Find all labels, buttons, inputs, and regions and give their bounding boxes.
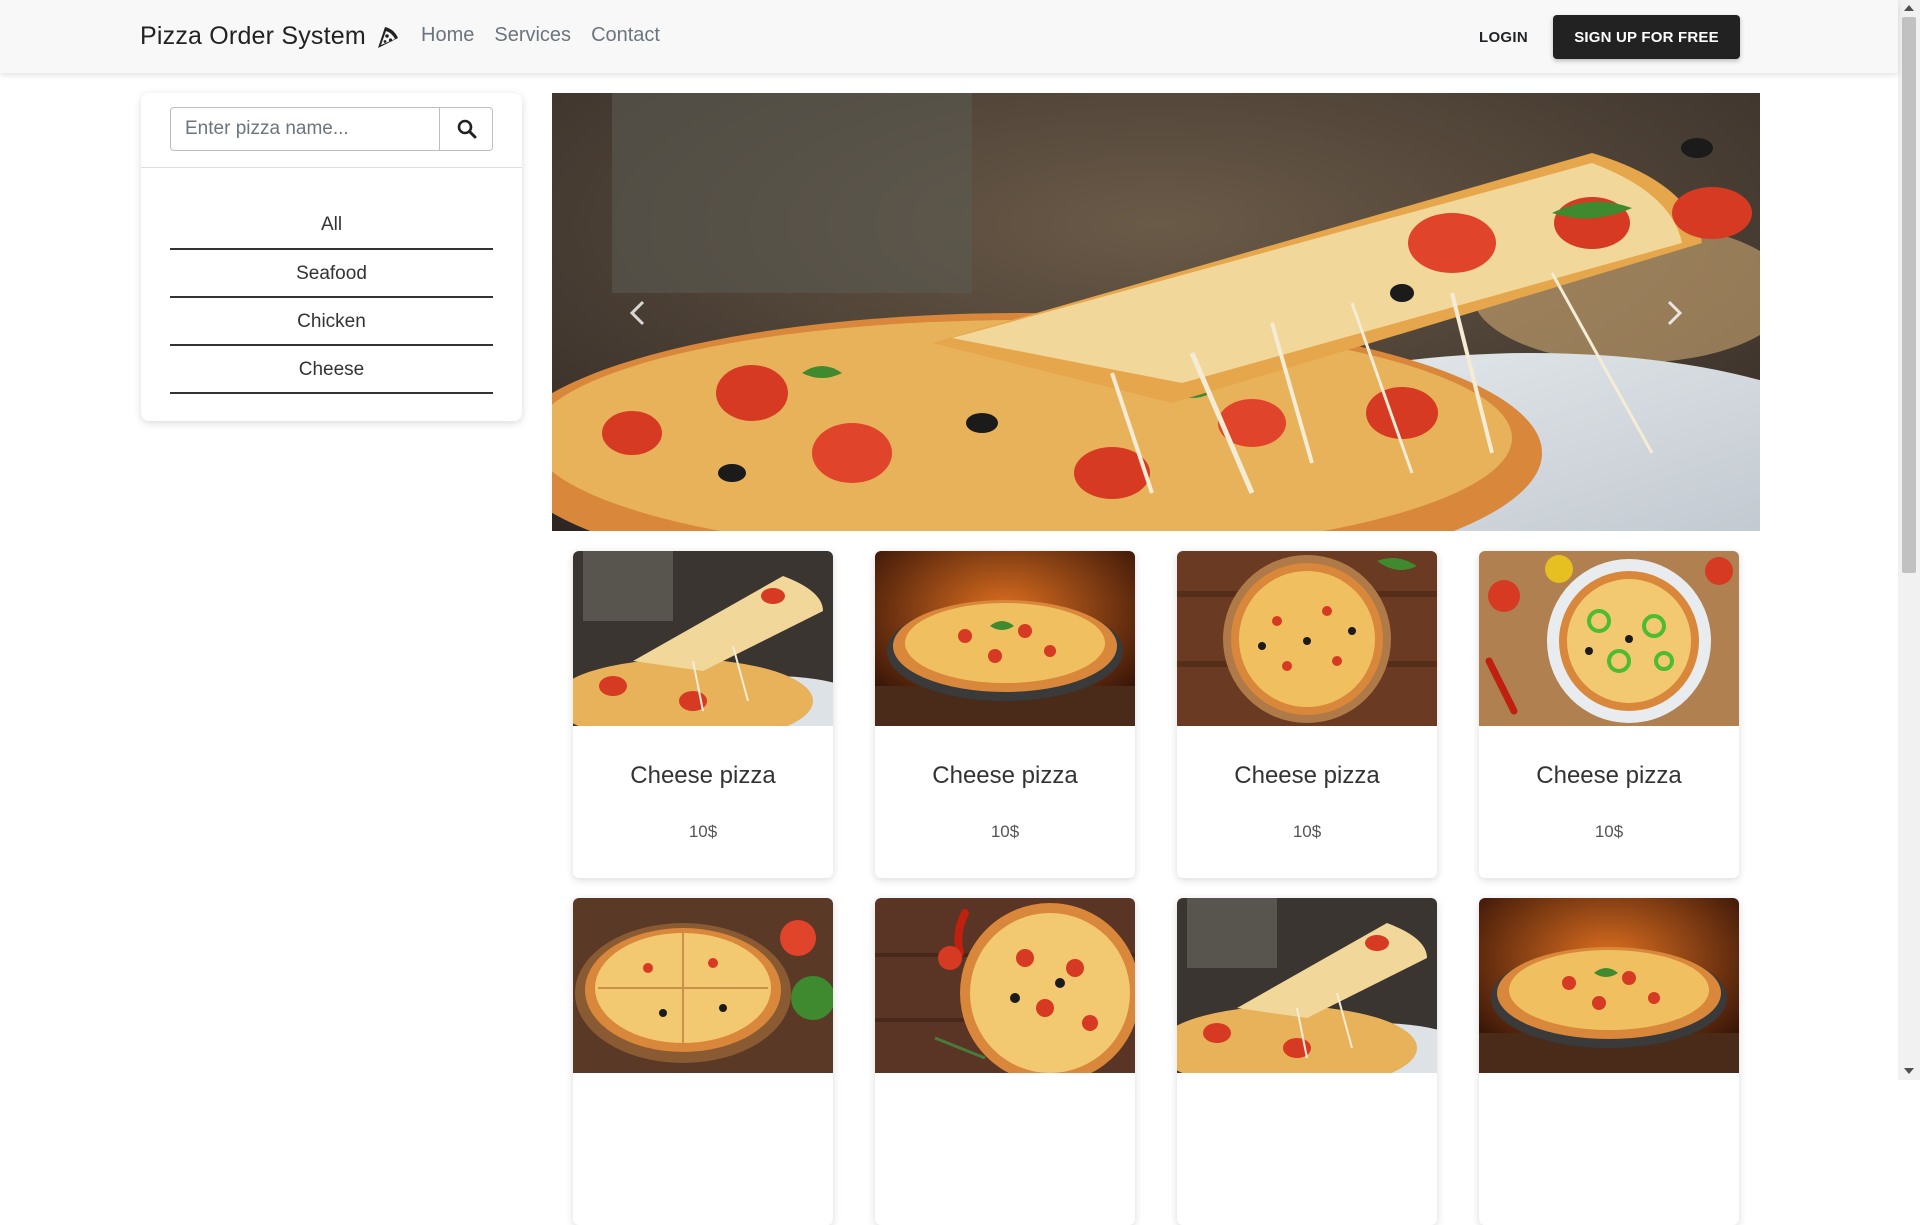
category-list: All Seafood Chicken Cheese bbox=[170, 202, 493, 395]
nav-links: Home Services Contact bbox=[421, 24, 660, 47]
brand-title[interactable]: Pizza Order System bbox=[140, 22, 366, 51]
product-name: Cheese pizza bbox=[630, 762, 776, 789]
nav-link-services[interactable]: Services bbox=[494, 24, 571, 47]
product-name: Cheese pizza bbox=[932, 762, 1078, 789]
product-image bbox=[1479, 898, 1739, 1073]
category-seafood[interactable]: Seafood bbox=[170, 251, 493, 298]
product-name: Cheese pizza bbox=[1234, 762, 1380, 789]
product-card[interactable]: Cheese pizza 10$ bbox=[1177, 551, 1437, 878]
product-image bbox=[573, 898, 833, 1073]
category-cheese[interactable]: Cheese bbox=[170, 347, 493, 394]
chevron-right-icon[interactable] bbox=[1658, 298, 1688, 328]
product-price: 10$ bbox=[688, 822, 718, 841]
carousel-image bbox=[552, 93, 1760, 531]
product-price: 10$ bbox=[990, 822, 1020, 841]
hero-carousel bbox=[552, 93, 1760, 531]
product-card[interactable] bbox=[1177, 898, 1437, 1225]
chevron-left-icon[interactable] bbox=[624, 298, 654, 328]
product-image bbox=[1177, 551, 1437, 726]
product-card[interactable]: Cheese pizza 10$ bbox=[1479, 551, 1739, 878]
filter-sidebar: All Seafood Chicken Cheese bbox=[141, 93, 522, 421]
nav-link-home[interactable]: Home bbox=[421, 24, 474, 47]
navbar: Pizza Order System Home Services Contact… bbox=[0, 0, 1898, 73]
search-icon bbox=[457, 119, 477, 139]
product-card[interactable] bbox=[1479, 898, 1739, 1225]
signup-button[interactable]: SIGN UP FOR FREE bbox=[1553, 15, 1740, 59]
pizza-slice-icon bbox=[378, 27, 398, 48]
page-scrollbar[interactable] bbox=[1898, 0, 1920, 1080]
product-price: 10$ bbox=[1292, 822, 1322, 841]
scroll-thumb[interactable] bbox=[1902, 17, 1916, 573]
product-image bbox=[875, 898, 1135, 1073]
product-image bbox=[1177, 898, 1437, 1073]
search-box bbox=[170, 107, 493, 151]
product-name: Cheese pizza bbox=[1536, 762, 1682, 789]
category-all[interactable]: All bbox=[170, 202, 493, 250]
product-card[interactable]: Cheese pizza 10$ bbox=[573, 551, 833, 878]
product-card[interactable] bbox=[573, 898, 833, 1225]
product-price: 10$ bbox=[1594, 822, 1624, 841]
scroll-up-icon[interactable] bbox=[1904, 5, 1914, 11]
product-image bbox=[1479, 551, 1739, 726]
sidebar-divider bbox=[141, 167, 522, 168]
product-card[interactable] bbox=[875, 898, 1135, 1225]
product-image bbox=[573, 551, 833, 726]
search-input[interactable] bbox=[171, 108, 440, 150]
category-chicken[interactable]: Chicken bbox=[170, 299, 493, 346]
login-button[interactable]: LOGIN bbox=[1479, 29, 1528, 46]
product-card[interactable]: Cheese pizza 10$ bbox=[875, 551, 1135, 878]
scroll-down-icon[interactable] bbox=[1904, 1068, 1914, 1074]
search-button[interactable] bbox=[441, 108, 493, 150]
product-image bbox=[875, 551, 1135, 726]
nav-link-contact[interactable]: Contact bbox=[591, 24, 660, 47]
